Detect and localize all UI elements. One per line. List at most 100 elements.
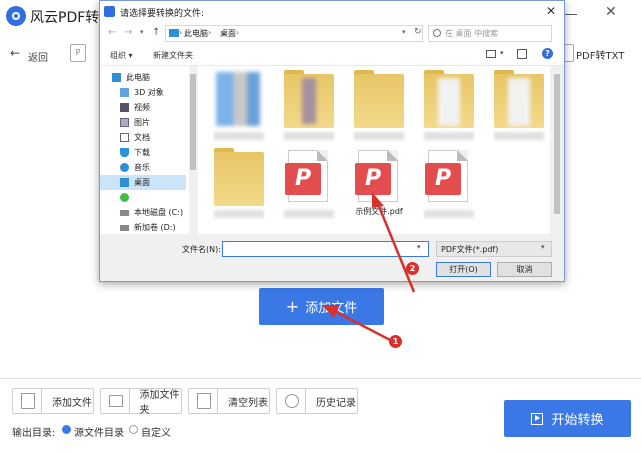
new-folder-button[interactable]: 新建文件夹: [153, 50, 193, 61]
view-icon[interactable]: [486, 50, 496, 58]
file-item[interactable]: [210, 68, 268, 146]
nav-forward-icon[interactable]: →: [124, 27, 132, 38]
step-1-badge: 1: [389, 335, 402, 348]
blurred-file-label: [354, 132, 404, 140]
breadcrumb-desktop[interactable]: 桌面: [220, 28, 236, 39]
pdf-logo-icon: P: [355, 163, 391, 195]
add-file-label: 添加文件: [52, 397, 92, 409]
nav-videos[interactable]: 视频: [100, 100, 186, 115]
search-icon: [433, 29, 441, 37]
navigation-pane: 此电脑 3D 对象 视频 图片 文档 下载 音乐 桌面 本地磁盘 (C:) 新加…: [100, 66, 190, 234]
step-2-badge: 2: [406, 262, 419, 275]
start-convert-button[interactable]: 开始转换: [504, 400, 631, 437]
pdf-tool-icon[interactable]: P: [70, 44, 86, 62]
nav-music[interactable]: 音乐: [100, 160, 186, 175]
open-button[interactable]: 打开(O): [436, 262, 491, 277]
folder-item[interactable]: [210, 146, 268, 224]
clock-icon: [285, 394, 299, 408]
nav-scroll-thumb[interactable]: [190, 74, 196, 170]
nav-up-icon[interactable]: ↑: [152, 27, 160, 38]
pdf-file-item[interactable]: P: [280, 146, 338, 224]
pdf-icon: P: [425, 150, 468, 202]
pdf-file-item[interactable]: P: [420, 146, 478, 224]
search-input[interactable]: 在 桌面 中搜索: [428, 25, 552, 42]
green-app-icon: [120, 193, 129, 202]
nav-item-label: 视频: [134, 103, 150, 112]
divider: [128, 388, 130, 414]
drive-icon: [120, 224, 129, 231]
nav-item-label: 新加卷 (D:): [134, 223, 176, 232]
add-file-icon: [21, 393, 35, 409]
output-dir-label: 输出目录:: [12, 428, 56, 439]
nav-drive-d[interactable]: 新加卷 (D:): [100, 220, 186, 235]
nav-documents[interactable]: 文档: [100, 130, 186, 145]
computer-icon: [112, 73, 121, 82]
add-folder-button[interactable]: 添加文件夹: [100, 388, 182, 416]
files-scrollbar[interactable]: [552, 66, 562, 234]
view-dropdown-icon[interactable]: ▾: [500, 49, 504, 57]
dialog-close-icon[interactable]: ✕: [546, 4, 556, 18]
history-button[interactable]: 历史记录: [276, 388, 358, 414]
folder-item[interactable]: [280, 68, 338, 146]
back-button[interactable]: 返回: [28, 49, 48, 64]
refresh-icon[interactable]: ↻: [414, 27, 422, 37]
cancel-button[interactable]: 取消: [497, 262, 552, 277]
nav-item-label: 音乐: [134, 163, 150, 172]
documents-icon: [120, 133, 129, 142]
filename-label: 文件名(N):: [182, 245, 221, 254]
blurred-file-label: [284, 210, 334, 218]
nav-this-pc[interactable]: 此电脑: [100, 70, 186, 85]
breadcrumb-sep: ›: [179, 28, 183, 37]
nav-pictures[interactable]: 图片: [100, 115, 186, 130]
blurred-thumbnail: [216, 72, 260, 126]
nav-scrollbar[interactable]: [189, 66, 197, 234]
folder-item[interactable]: [490, 68, 548, 146]
nav-3d-objects[interactable]: 3D 对象: [100, 85, 186, 100]
filename-dropdown-icon[interactable]: ▾: [417, 243, 421, 251]
blurred-thumbnail: [508, 78, 530, 126]
address-dropdown-icon[interactable]: ▾: [402, 28, 406, 36]
nav-downloads[interactable]: 下载: [100, 145, 186, 160]
nav-green-app[interactable]: [100, 190, 186, 205]
pdf-logo-icon: P: [285, 163, 321, 195]
address-bar[interactable]: › 此电脑 › 桌面 › ▾ ↻: [165, 25, 423, 42]
blurred-file-label: [214, 132, 264, 140]
page-fold: [457, 150, 468, 161]
nav-item-label: 下载: [134, 148, 150, 157]
preview-pane-icon[interactable]: [517, 49, 527, 59]
back-arrow-icon[interactable]: ←: [10, 46, 20, 60]
folder-item[interactable]: [420, 68, 478, 146]
pdf-to-txt-tab[interactable]: PDF转TXT: [576, 47, 624, 62]
page-fold: [387, 150, 398, 161]
custom-dir-label[interactable]: 自定义: [141, 424, 171, 439]
pictures-icon: [120, 118, 129, 127]
nav-desktop[interactable]: 桌面: [100, 175, 186, 190]
breadcrumb-this-pc[interactable]: 此电脑: [184, 28, 208, 39]
history-label: 历史记录: [316, 397, 356, 409]
filetype-dropdown-icon[interactable]: ▾: [541, 243, 545, 251]
close-icon[interactable]: ✕: [605, 4, 617, 20]
nav-item-label: 3D 对象: [134, 88, 164, 97]
filetype-select[interactable]: PDF文件(*.pdf): [436, 241, 552, 257]
folder-icon: [354, 74, 404, 128]
blurred-file-label: [424, 132, 474, 140]
source-dir-radio[interactable]: [62, 425, 71, 434]
add-file-main-button[interactable]: + 添加文件: [259, 288, 384, 325]
source-dir-label[interactable]: 源文件目录: [74, 424, 124, 439]
clear-list-button[interactable]: 清空列表: [188, 388, 270, 414]
filename-input[interactable]: [222, 241, 429, 257]
blurred-file-label: [214, 210, 264, 218]
minimize-icon[interactable]: [563, 6, 579, 22]
nav-drive-c[interactable]: 本地磁盘 (C:): [100, 205, 186, 220]
folder-item[interactable]: [350, 68, 408, 146]
nav-back-icon[interactable]: ←: [108, 27, 116, 38]
blurred-file-label: [494, 132, 544, 140]
add-file-button[interactable]: 添加文件: [12, 388, 94, 414]
custom-dir-radio[interactable]: [129, 425, 138, 434]
help-icon[interactable]: ?: [542, 48, 553, 59]
organize-button[interactable]: 组织 ▾: [110, 50, 133, 61]
pdf-file-item-example[interactable]: P 示例文件.pdf: [350, 146, 408, 224]
files-scroll-thumb[interactable]: [554, 74, 560, 214]
nav-recent-dropdown-icon[interactable]: ▾: [140, 28, 144, 36]
page-fold: [317, 150, 328, 161]
